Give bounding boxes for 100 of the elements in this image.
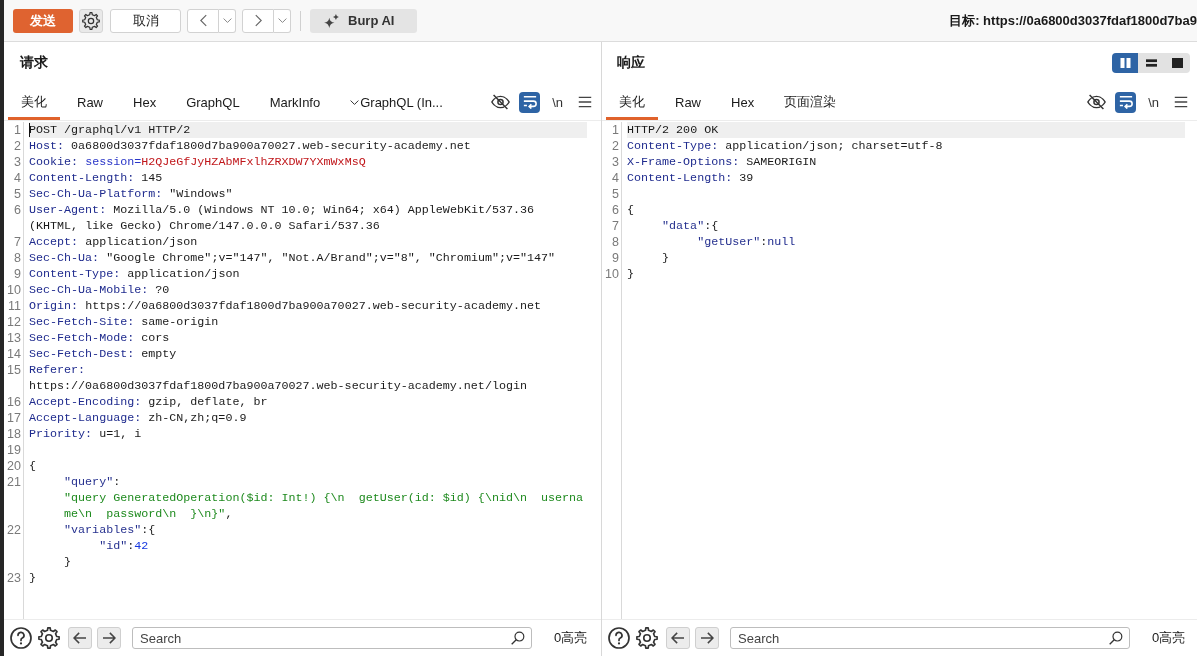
line-number: 9	[14, 267, 21, 281]
eye-slash-icon[interactable]	[491, 94, 511, 110]
eye-slash-icon[interactable]	[1087, 94, 1107, 110]
gear-icon	[82, 11, 100, 30]
line-number: 4	[612, 171, 619, 185]
line-number: 4	[14, 171, 21, 185]
line-number: 11	[8, 299, 21, 313]
tab[interactable]: MarkInfo	[256, 84, 334, 120]
line-number: 14	[7, 347, 21, 361]
menu-icon[interactable]	[1174, 96, 1188, 108]
gear-icon[interactable]	[636, 627, 658, 649]
burp-ai-button[interactable]: Burp AI	[310, 8, 417, 33]
line-number: 5	[612, 187, 619, 201]
line-number: 2	[14, 139, 21, 153]
pane-title: 请求	[20, 54, 48, 72]
code-line: Origin: https://0a6800d3037fdaf1800d7ba900a70027.web-security-academy.net	[29, 298, 542, 314]
highlight-count: 0高亮	[1152, 629, 1186, 647]
code-line: Content-Length: 145	[29, 170, 164, 186]
line-number: 7	[14, 235, 21, 249]
code-line: }	[627, 266, 635, 282]
sparkle-icon	[324, 13, 339, 28]
next-button[interactable]	[97, 627, 121, 649]
line-number: 13	[7, 331, 21, 345]
code-line: Sec-Fetch-Mode: cors	[29, 330, 171, 346]
line-number: 9	[612, 251, 619, 265]
line-number: 2	[612, 139, 619, 153]
line-number: 1	[14, 123, 21, 137]
previous-button[interactable]	[666, 627, 690, 649]
code-line: Content-Length: 39	[627, 170, 755, 186]
newline-toggle[interactable]: \n	[549, 91, 566, 113]
chevron-left-icon	[199, 14, 207, 27]
line-number: 17	[7, 411, 21, 425]
wrap-icon	[522, 95, 537, 109]
search-field[interactable]: Search	[132, 627, 532, 649]
pane-title: 响应	[617, 54, 645, 72]
line-number: 18	[7, 427, 21, 441]
line-number: 7	[612, 219, 619, 233]
send-button[interactable]: 发送	[13, 8, 73, 33]
code-line: }	[29, 570, 37, 586]
code-line: Sec-Ch-Ua-Platform: "Windows"	[29, 186, 234, 202]
code-line: Content-Type: application/json	[29, 266, 241, 282]
side-by-side-layout-button[interactable]	[1112, 53, 1138, 73]
rows-icon	[1145, 58, 1157, 68]
line-number: 3	[612, 155, 619, 169]
highlight-count: 0高亮	[554, 629, 588, 647]
line-number: 6	[14, 203, 21, 217]
search-icon	[1109, 631, 1123, 645]
code-line: Sec-Ch-Ua-Mobile: ?0	[29, 282, 171, 298]
line-number: 21	[7, 475, 21, 489]
tab[interactable]: Hex	[718, 84, 768, 120]
single-layout-button[interactable]	[1164, 53, 1190, 73]
cancel-button[interactable]: 取消	[110, 8, 181, 33]
line-number: 15	[7, 363, 21, 377]
word-wrap-button[interactable]	[519, 91, 541, 113]
square-icon	[1171, 58, 1183, 68]
code-line: "getUser":null	[696, 234, 797, 250]
chevron-right-icon	[254, 14, 262, 27]
code-line: Sec-Ch-Ua: "Google Chrome";v="147", "Not.A/Brand";v="8", "Chromium";v="147"	[29, 250, 557, 266]
line-number: 6	[612, 203, 619, 217]
help-icon[interactable]	[608, 627, 630, 649]
gear-icon[interactable]	[38, 627, 60, 649]
tab[interactable]: GraphQL	[173, 84, 253, 120]
code-line: Content-Type: application/json; charset=utf-8	[627, 138, 944, 154]
code-line: "data":{	[661, 218, 720, 234]
line-number: 12	[7, 315, 21, 329]
help-icon[interactable]	[10, 627, 32, 649]
chevron-down-icon	[350, 99, 360, 105]
code-line: X-Frame-Options: SAMEORIGIN	[627, 154, 818, 170]
chevron-down-icon	[222, 18, 232, 23]
columns-icon	[1119, 58, 1131, 68]
tab[interactable]: Raw	[662, 84, 714, 120]
stacked-layout-button[interactable]	[1138, 53, 1164, 73]
arrow-right-icon	[700, 632, 714, 644]
code-line: "id":42	[98, 538, 150, 554]
previous-button[interactable]	[68, 627, 92, 649]
newline-toggle[interactable]: \n	[1145, 91, 1162, 113]
target-url: 目标: https://0a6800d3037fdaf1800d7ba9	[949, 11, 1197, 30]
back-button[interactable]	[187, 8, 219, 33]
code-line: Accept-Encoding: gzip, deflate, br	[29, 394, 269, 410]
line-number: 1	[612, 123, 619, 137]
word-wrap-button[interactable]	[1115, 91, 1137, 113]
menu-icon[interactable]	[578, 96, 592, 108]
forward-button[interactable]	[242, 8, 274, 33]
line-number: 20	[7, 459, 21, 473]
chevron-down-icon	[277, 18, 287, 23]
arrow-left-icon	[73, 632, 87, 644]
tab[interactable]: GraphQL (In...	[337, 84, 456, 120]
tab[interactable]: Hex	[120, 84, 170, 120]
code-line: "variables":{	[63, 522, 157, 538]
code-line: Host: 0a6800d3037fdaf1800d7ba900a70027.web-security-academy.net	[29, 138, 472, 154]
code-line: Cookie: session=H2QJeGfJyHZAbMFxlhZRXDW7YXmWxMsQ	[29, 154, 367, 170]
next-button[interactable]	[695, 627, 719, 649]
arrow-left-icon	[671, 632, 685, 644]
search-field[interactable]: Search	[730, 627, 1130, 649]
code-line: }	[661, 250, 671, 266]
search-icon	[511, 631, 525, 645]
tab[interactable]: 页面渲染	[771, 84, 850, 120]
code-line: {	[29, 458, 37, 474]
settings-button[interactable]	[79, 8, 103, 33]
tab[interactable]: Raw	[64, 84, 116, 120]
